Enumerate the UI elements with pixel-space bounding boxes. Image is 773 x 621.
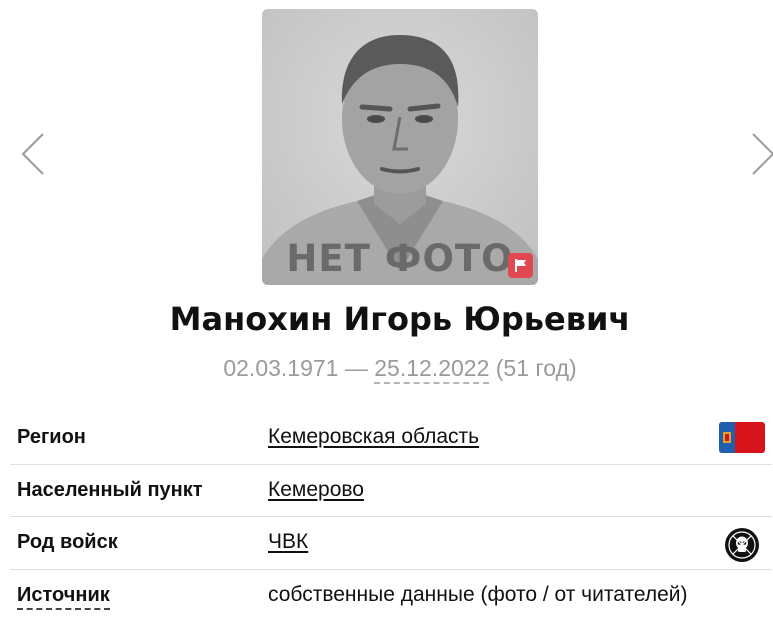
chevron-left-icon: [21, 133, 44, 175]
age: (51 год): [495, 355, 577, 381]
life-dates: 02.03.1971 — 25.12.2022 (51 год): [0, 355, 773, 384]
detail-row-source: Источник собственные данные (фото / от ч…: [10, 570, 772, 621]
detail-row-settlement: Населенный пункт Кемерово: [10, 465, 772, 517]
death-date[interactable]: 25.12.2022: [374, 355, 490, 384]
settlement-label: Населенный пункт: [17, 478, 203, 501]
chevron-right-icon: [752, 133, 773, 175]
source-label[interactable]: Источник: [17, 584, 110, 610]
detail-row-troops: Род войск ЧВК: [10, 517, 772, 570]
detail-row-region: Регион Кемеровская область: [10, 412, 772, 465]
next-arrow-button[interactable]: [748, 132, 773, 176]
person-name: Манохин Игорь Юрьевич: [169, 300, 631, 338]
flag-icon: [515, 259, 526, 272]
person-photo: НЕТ ФОТО: [262, 9, 538, 285]
kemerovo-region-flag: [719, 422, 765, 453]
troops-label: Род войск: [17, 531, 118, 553]
settlement-link[interactable]: Кемерово: [268, 478, 364, 502]
details-table: Регион Кемеровская область Населенный пу…: [10, 412, 772, 621]
troops-link[interactable]: ЧВК: [268, 530, 308, 554]
source-value: собственные данные (фото / от читателей): [268, 582, 688, 606]
previous-arrow-button[interactable]: [18, 132, 48, 176]
report-flag-button[interactable]: [508, 253, 533, 278]
birth-date: 02.03.1971: [223, 355, 339, 381]
region-label: Регион: [17, 426, 86, 448]
date-separator: —: [338, 355, 375, 381]
pmc-skull-icon: [725, 528, 759, 562]
no-photo-caption: НЕТ ФОТО: [286, 237, 514, 280]
region-link[interactable]: Кемеровская область: [268, 425, 479, 449]
